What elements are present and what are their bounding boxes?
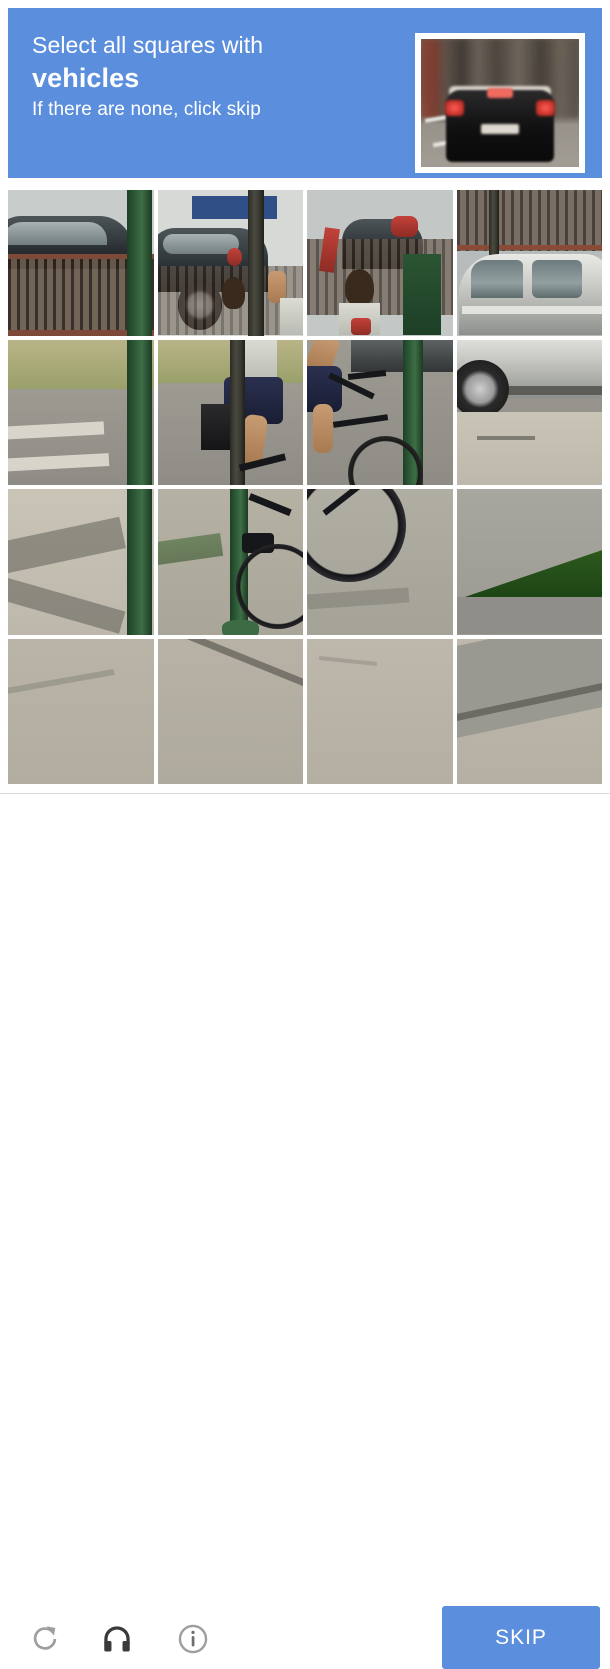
tile-scene-0-0 [8, 190, 154, 336]
scene-red-car [391, 216, 417, 236]
tile-scene-0-3 [457, 190, 603, 336]
tile-1-0[interactable] [8, 340, 154, 486]
scene-car-window [471, 260, 523, 298]
info-button[interactable] [166, 1612, 220, 1666]
tile-scene-0-1 [158, 190, 304, 336]
tile-2-1[interactable] [158, 489, 304, 635]
example-thumbnail-frame [415, 33, 585, 173]
scene-blue-sign [192, 196, 276, 219]
tile-1-2[interactable] [307, 340, 453, 486]
scene-road [457, 597, 603, 635]
tile-scene-1-3 [457, 340, 603, 486]
scene-green-box [403, 254, 441, 335]
thumbnail-license-plate [481, 124, 519, 134]
scene-cyclist-head [345, 269, 374, 307]
scene-background-car [351, 340, 453, 372]
tile-scene-3-1 [158, 639, 304, 785]
tile-3-1[interactable] [158, 639, 304, 785]
headphones-icon [100, 1622, 134, 1656]
scene-sidewalk [8, 639, 154, 785]
info-icon [176, 1622, 210, 1656]
scene-pole-base [222, 620, 260, 635]
scene-red-detail [351, 318, 371, 335]
scene-green-pole [127, 190, 152, 336]
tile-3-3[interactable] [457, 639, 603, 785]
reload-button[interactable] [18, 1612, 72, 1666]
scene-person-head [222, 277, 245, 309]
scene-pavement-crack [477, 436, 535, 440]
thumbnail-brake-light-left [445, 100, 464, 115]
challenge-header: Select all squares with vehicles If ther… [8, 8, 602, 178]
instruction-line-1: Select all squares with [32, 30, 402, 60]
tile-scene-2-1 [158, 489, 304, 635]
thumbnail-brake-light-right [536, 100, 555, 115]
thumbnail-brake-light-top [487, 88, 512, 98]
scene-fence-rail [457, 245, 603, 250]
skip-button[interactable]: SKIP [442, 1606, 600, 1669]
tile-1-1[interactable] [158, 340, 304, 486]
tile-1-3[interactable] [457, 340, 603, 486]
scene-cyclist-bag [201, 404, 230, 451]
footer-bar: SKIP [0, 794, 610, 884]
scene-person-shirt [280, 298, 303, 336]
scene-car-window [8, 222, 107, 245]
tile-scene-1-1 [158, 340, 304, 486]
scene-car-window [532, 260, 581, 298]
challenge-instructions: Select all squares with vehicles If ther… [32, 30, 402, 124]
scene-green-pole [127, 340, 152, 486]
tile-2-3[interactable] [457, 489, 603, 635]
tile-scene-2-3 [457, 489, 603, 635]
audio-button[interactable] [90, 1612, 144, 1666]
tile-scene-1-2 [307, 340, 453, 486]
tile-scene-3-2 [307, 639, 453, 785]
tile-scene-2-2 [307, 489, 453, 635]
tile-2-2[interactable] [307, 489, 453, 635]
scene-sidewalk [457, 412, 603, 485]
tile-2-0[interactable] [8, 489, 154, 635]
scene-car-trim [462, 306, 602, 313]
tile-scene-2-0 [8, 489, 154, 635]
tile-scene-1-0 [8, 340, 154, 486]
scene-red-detail [227, 248, 242, 265]
example-vehicle-thumbnail [421, 39, 579, 167]
scene-cyclist-leg [313, 404, 333, 453]
tile-scene-0-2 [307, 190, 453, 336]
tile-scene-3-3 [457, 639, 603, 785]
reload-icon [28, 1622, 62, 1656]
tile-0-2[interactable] [307, 190, 453, 336]
scene-green-pole [127, 489, 152, 635]
tile-3-0[interactable] [8, 639, 154, 785]
tile-scene-3-0 [8, 639, 154, 785]
captcha-image-grid [8, 190, 602, 784]
scene-dark-post [489, 190, 499, 255]
tile-3-2[interactable] [307, 639, 453, 785]
tile-0-1[interactable] [158, 190, 304, 336]
instruction-line-3: If there are none, click skip [32, 96, 402, 124]
tile-0-0[interactable] [8, 190, 154, 336]
scene-dark-pole [248, 190, 264, 336]
scene-sidewalk [158, 639, 304, 785]
tile-0-3[interactable] [457, 190, 603, 336]
challenge-target-label: vehicles [32, 60, 402, 96]
scene-fence [457, 190, 603, 251]
